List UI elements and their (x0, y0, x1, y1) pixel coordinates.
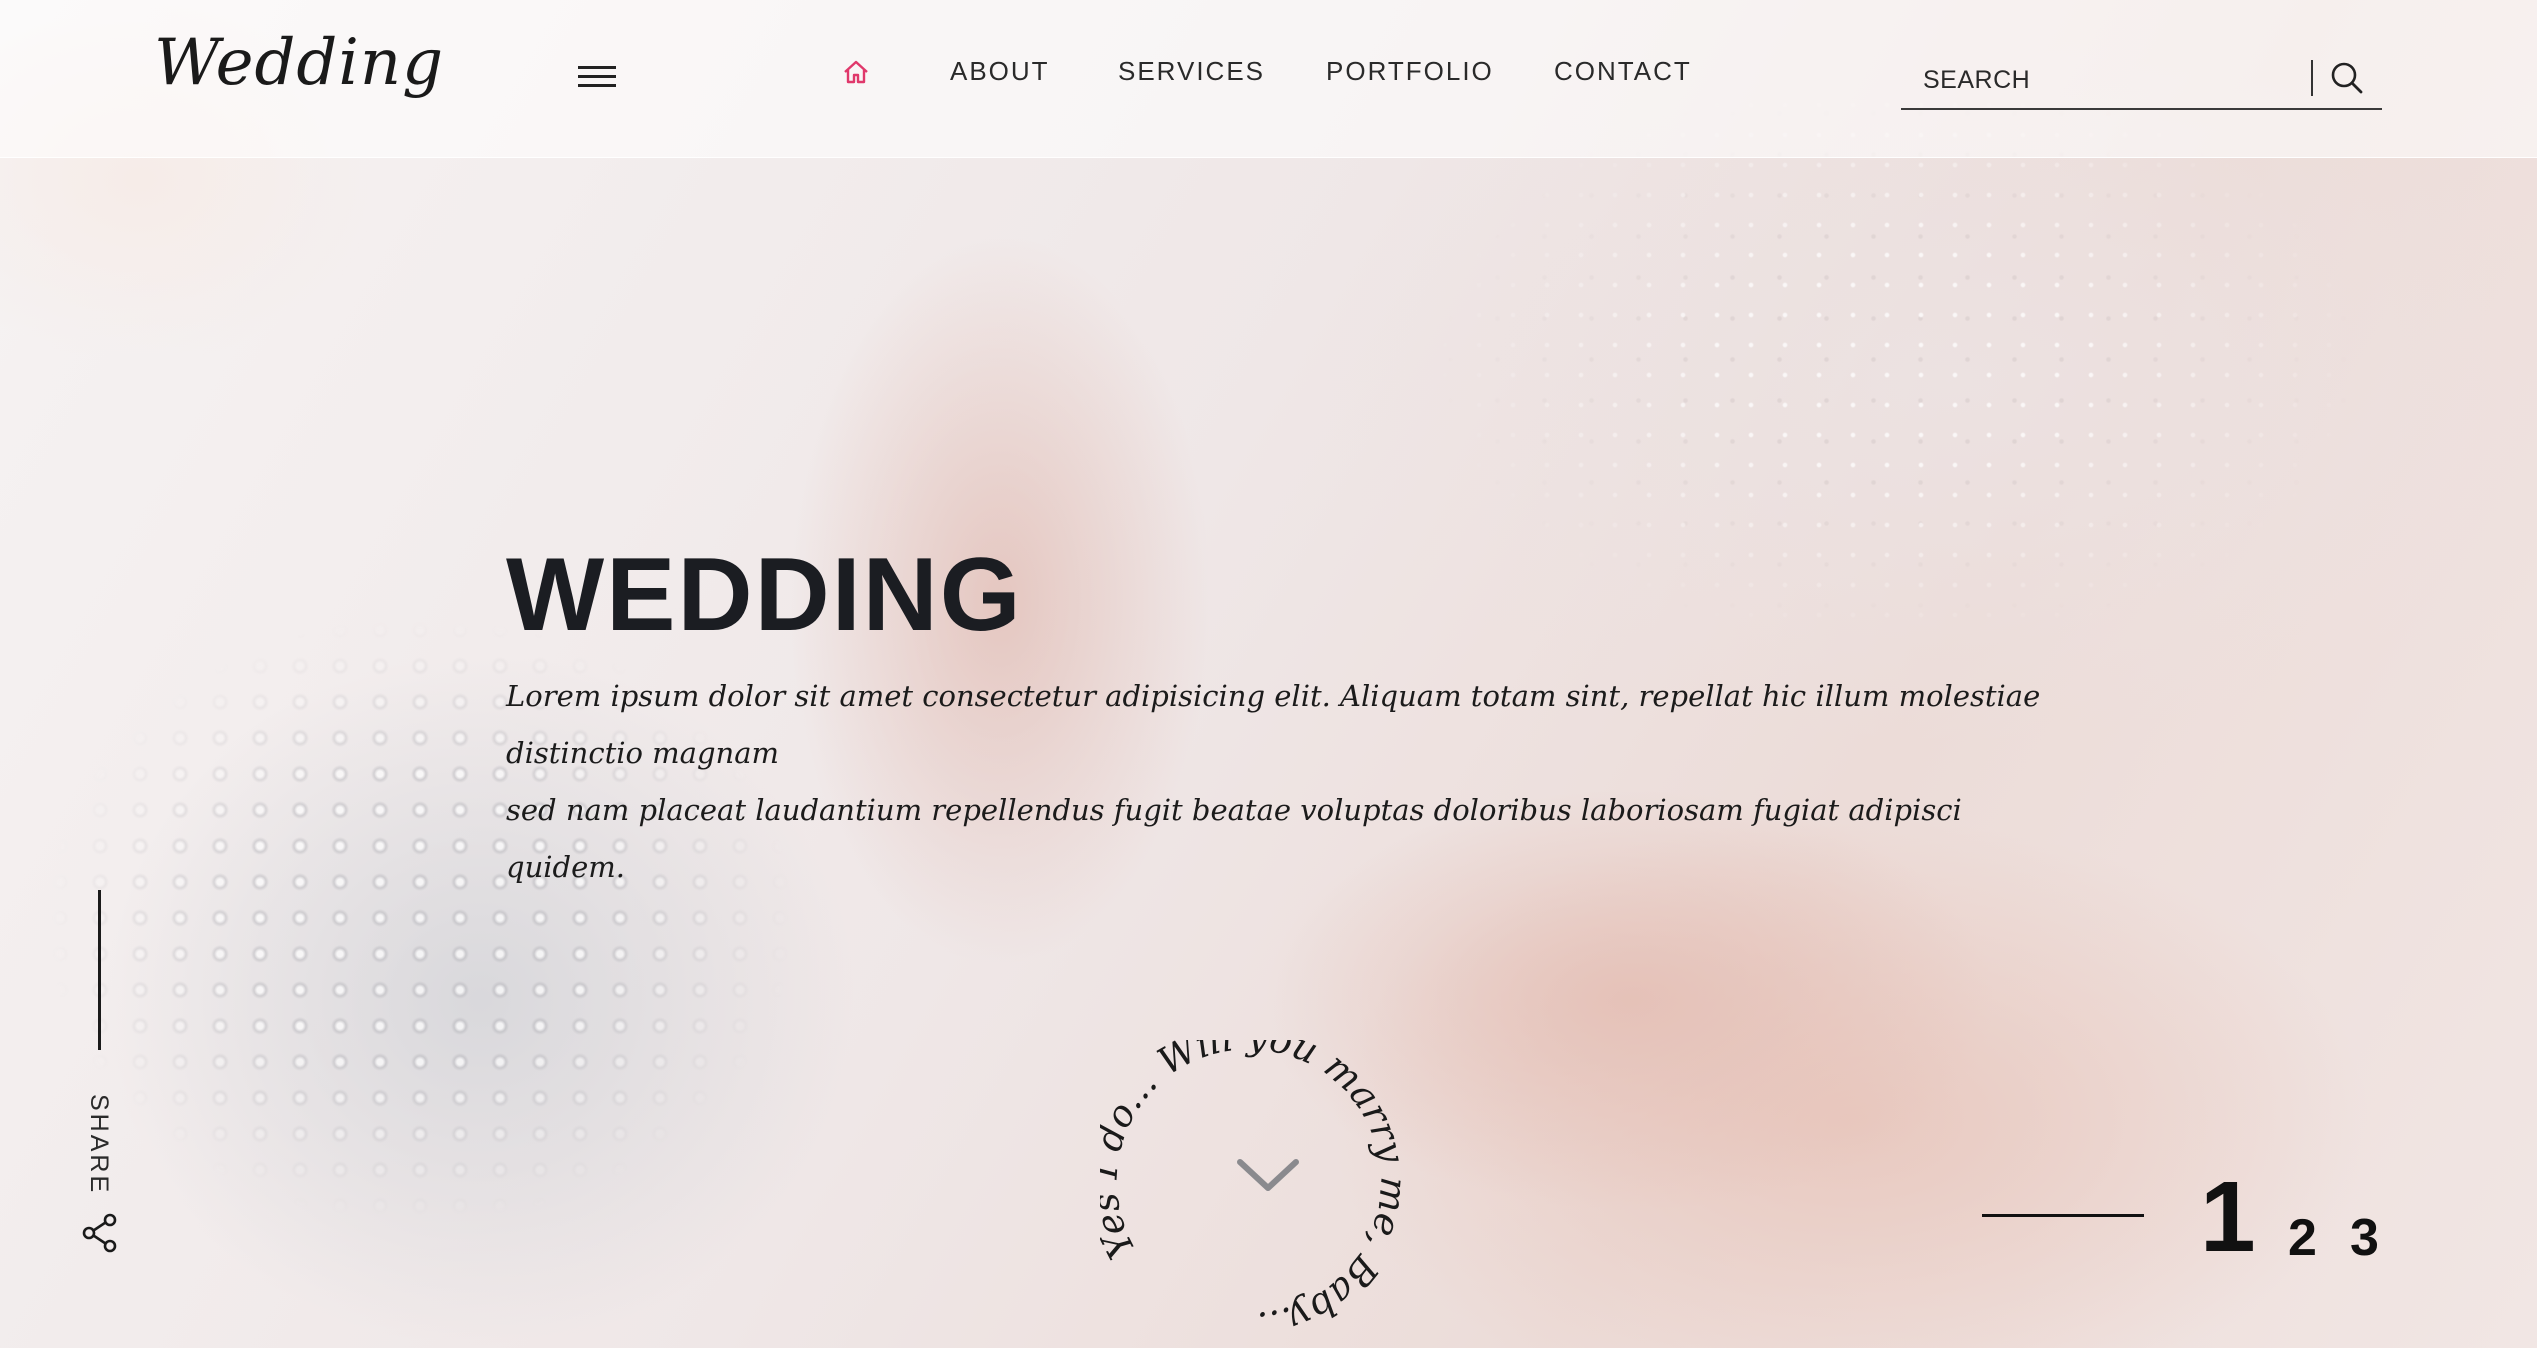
hero-description: Lorem ipsum dolor sit amet consectetur a… (506, 668, 2046, 896)
hero-title: WEDDING (506, 537, 1023, 653)
search-icon-svg (2331, 62, 2363, 94)
share-icon[interactable] (80, 1212, 120, 1259)
pager-slide-3[interactable]: 3 (2350, 1208, 2379, 1268)
pager-slide-2[interactable]: 2 (2288, 1208, 2317, 1268)
nav-about[interactable]: ABOUT (950, 56, 1050, 87)
home-icon[interactable] (843, 60, 869, 89)
pager-line (1982, 1214, 2144, 1217)
hamburger-icon-bar (578, 75, 616, 78)
search-divider (2311, 60, 2313, 96)
hamburger-icon-bar (578, 66, 616, 69)
nav-portfolio[interactable]: PORTFOLIO (1326, 56, 1494, 87)
nav-services[interactable]: SERVICES (1118, 56, 1265, 87)
search-box (1901, 54, 2382, 110)
hero-description-line: sed nam placeat laudantium repellendus f… (506, 793, 1962, 884)
scroll-down-button[interactable] (1236, 1156, 1300, 1201)
home-icon-svg (844, 60, 868, 84)
site-logo[interactable]: Wedding (154, 26, 444, 100)
chevron-down-icon (1237, 1159, 1299, 1191)
share-label[interactable]: SHARE (84, 1094, 113, 1195)
share-divider-line (98, 890, 101, 1050)
pager-slide-1[interactable]: 1 (2200, 1160, 2256, 1275)
nav-contact[interactable]: CONTACT (1554, 56, 1692, 87)
hamburger-icon-bar (578, 84, 616, 87)
hamburger-menu-button[interactable] (578, 66, 616, 90)
search-input[interactable] (1923, 62, 2303, 98)
search-icon[interactable] (2329, 60, 2365, 101)
site-header: Wedding ABOUT SERVICES PORTFOLIO CONTACT (0, 0, 2537, 158)
hero-description-line: Lorem ipsum dolor sit amet consectetur a… (506, 679, 2041, 770)
share-icon-svg (82, 1213, 117, 1253)
